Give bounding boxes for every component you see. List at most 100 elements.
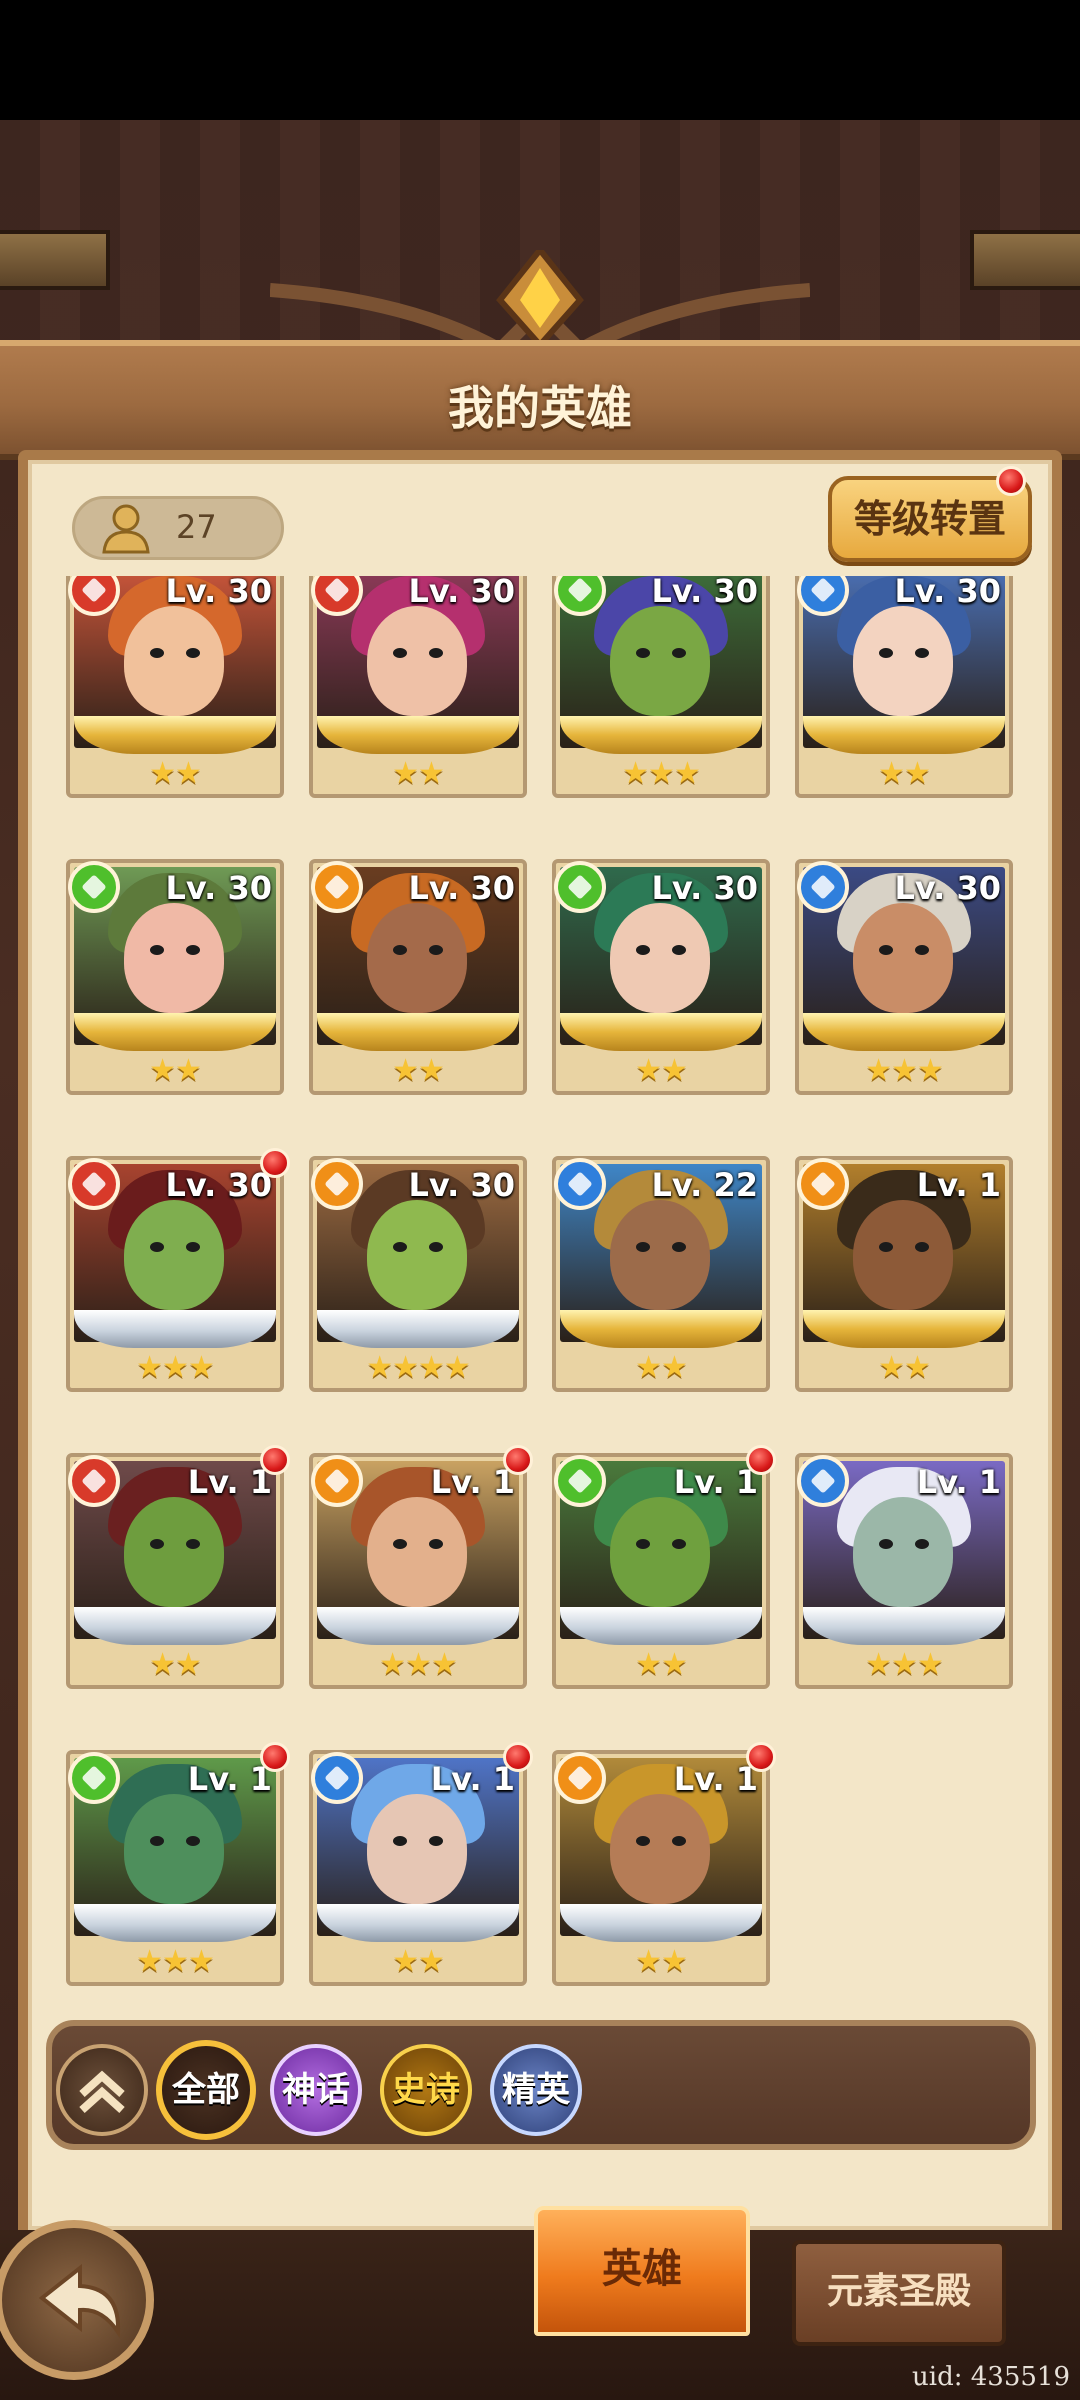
hero-level: Lv. 30: [165, 869, 272, 907]
hero-stars: ★★: [635, 1944, 688, 1979]
hero-card[interactable]: Lv. 22 ★★: [552, 1156, 770, 1392]
hero-level: Lv. 1: [430, 1760, 515, 1798]
hero-card[interactable]: Lv. 30 ★★: [309, 859, 527, 1095]
notification-dot-icon: [996, 466, 1026, 496]
hero-stars: ★★: [392, 756, 445, 791]
hero-card[interactable]: Lv. 1 ★★: [309, 1742, 533, 1986]
hero-frame-silver: [74, 1607, 276, 1645]
hero-eye: [879, 648, 893, 658]
hero-level: Lv. 1: [673, 1760, 758, 1798]
hero-eye: [186, 1242, 200, 1252]
hero-face: [367, 1497, 467, 1607]
hero-card[interactable]: Lv. 1 ★★: [552, 1742, 776, 1986]
collapse-filters-button[interactable]: [56, 2044, 148, 2136]
hero-face: [853, 1200, 953, 1310]
hero-grid: Lv. 30 ★★ Lv. 30 ★★ Lv. 30 ★★★ Lv. 30 ★★ Lv. 30 ★…: [60, 576, 1020, 2010]
notification-dot-icon: [746, 1742, 776, 1772]
earth-element-icon: [554, 1752, 606, 1804]
hero-eye: [186, 1836, 200, 1846]
hero-level: Lv. 30: [165, 1166, 272, 1204]
hero-face: [124, 606, 224, 716]
hero-card[interactable]: Lv. 1 ★★★: [795, 1453, 1013, 1689]
hero-card[interactable]: Lv. 30 ★★: [66, 576, 284, 798]
hero-level: Lv. 1: [430, 1463, 515, 1501]
hero-eye: [672, 945, 686, 955]
hero-level: Lv. 1: [187, 1463, 272, 1501]
left-pillar-decoration: [0, 230, 110, 290]
hero-face: [367, 1794, 467, 1904]
hero-eye: [636, 945, 650, 955]
hero-frame-gold: [803, 1310, 1005, 1348]
hero-card[interactable]: Lv. 30 ★★★: [552, 576, 770, 798]
water-element-icon: [311, 1752, 363, 1804]
hero-card[interactable]: Lv. 1 ★★: [795, 1156, 1013, 1392]
hero-frame-gold: [317, 716, 519, 754]
notification-dot-icon: [260, 1148, 290, 1178]
hero-eye: [915, 1242, 929, 1252]
filter-all-button[interactable]: 全部: [156, 2040, 256, 2140]
hero-eye: [672, 1242, 686, 1252]
hero-card[interactable]: Lv. 30 ★★: [552, 859, 770, 1095]
hero-level: Lv. 1: [187, 1760, 272, 1798]
hero-card[interactable]: Lv. 30 ★★★: [795, 859, 1013, 1095]
hero-frame-silver: [317, 1607, 519, 1645]
hero-face: [610, 1794, 710, 1904]
hero-face: [610, 1497, 710, 1607]
hero-card[interactable]: Lv. 1 ★★★: [309, 1445, 533, 1689]
page-title: 我的英雄: [448, 381, 632, 435]
hero-face: [610, 606, 710, 716]
hero-eye: [672, 1836, 686, 1846]
hero-screen: 我的英雄 27 等级转置 Lv. 30 ★★ Lv. 30 ★★ Lv. 30 ★★★ Lv…: [0, 0, 1080, 2400]
hero-eye: [393, 945, 407, 955]
person-icon: [102, 504, 150, 554]
hero-eye: [636, 1836, 650, 1846]
hero-card[interactable]: Lv. 1 ★★★: [66, 1742, 290, 1986]
hero-card[interactable]: Lv. 30 ★★★★: [309, 1156, 527, 1392]
hero-frame-silver: [317, 1904, 519, 1942]
hero-card[interactable]: Lv. 30 ★★: [66, 859, 284, 1095]
filter-epic-button[interactable]: 史诗: [380, 2044, 472, 2136]
hero-stars: ★★★: [622, 756, 701, 791]
tab-element-temple[interactable]: 元素圣殿: [792, 2240, 1006, 2346]
hero-face: [367, 606, 467, 716]
tab-heroes[interactable]: 英雄: [534, 2206, 750, 2336]
hero-level: Lv. 1: [916, 1463, 1001, 1501]
filter-elite-button[interactable]: 精英: [490, 2044, 582, 2136]
hero-face: [124, 1200, 224, 1310]
hero-card[interactable]: Lv. 30 ★★★: [66, 1148, 290, 1392]
hero-eye: [393, 648, 407, 658]
earth-element-icon: [311, 1158, 363, 1210]
hero-card[interactable]: Lv. 30 ★★: [309, 576, 527, 798]
hero-face: [853, 1497, 953, 1607]
hero-face: [124, 1794, 224, 1904]
back-button[interactable]: [0, 2220, 154, 2380]
hero-level: Lv. 30: [894, 576, 1001, 610]
hero-eye: [393, 1242, 407, 1252]
hero-frame-gold: [74, 1013, 276, 1051]
hero-stars: ★★★: [136, 1944, 215, 1979]
hero-eye: [672, 1539, 686, 1549]
wind-element-icon: [68, 861, 120, 913]
hero-eye: [429, 1242, 443, 1252]
back-arrow-icon: [38, 2263, 121, 2339]
hero-card[interactable]: Lv. 30 ★★: [795, 576, 1013, 798]
hero-frame-gold: [560, 1310, 762, 1348]
hero-level: Lv. 1: [673, 1463, 758, 1501]
wind-element-icon: [68, 1752, 120, 1804]
hero-level: Lv. 30: [408, 576, 515, 610]
hero-level: Lv. 30: [894, 869, 1001, 907]
fire-element-icon: [68, 1158, 120, 1210]
filter-mythic-button[interactable]: 神话: [270, 2044, 362, 2136]
hero-eye: [150, 945, 164, 955]
hero-face: [367, 903, 467, 1013]
hero-card[interactable]: Lv. 1 ★★: [552, 1445, 776, 1689]
notification-dot-icon: [260, 1742, 290, 1772]
water-element-icon: [554, 1158, 606, 1210]
hero-card[interactable]: Lv. 1 ★★: [66, 1445, 290, 1689]
hero-level: Lv. 30: [651, 576, 758, 610]
wind-element-icon: [554, 1455, 606, 1507]
hero-frame-silver: [803, 1607, 1005, 1645]
hero-stars: ★★: [878, 756, 931, 791]
hero-stars: ★★: [635, 1053, 688, 1088]
hero-frame-gold: [803, 1013, 1005, 1051]
